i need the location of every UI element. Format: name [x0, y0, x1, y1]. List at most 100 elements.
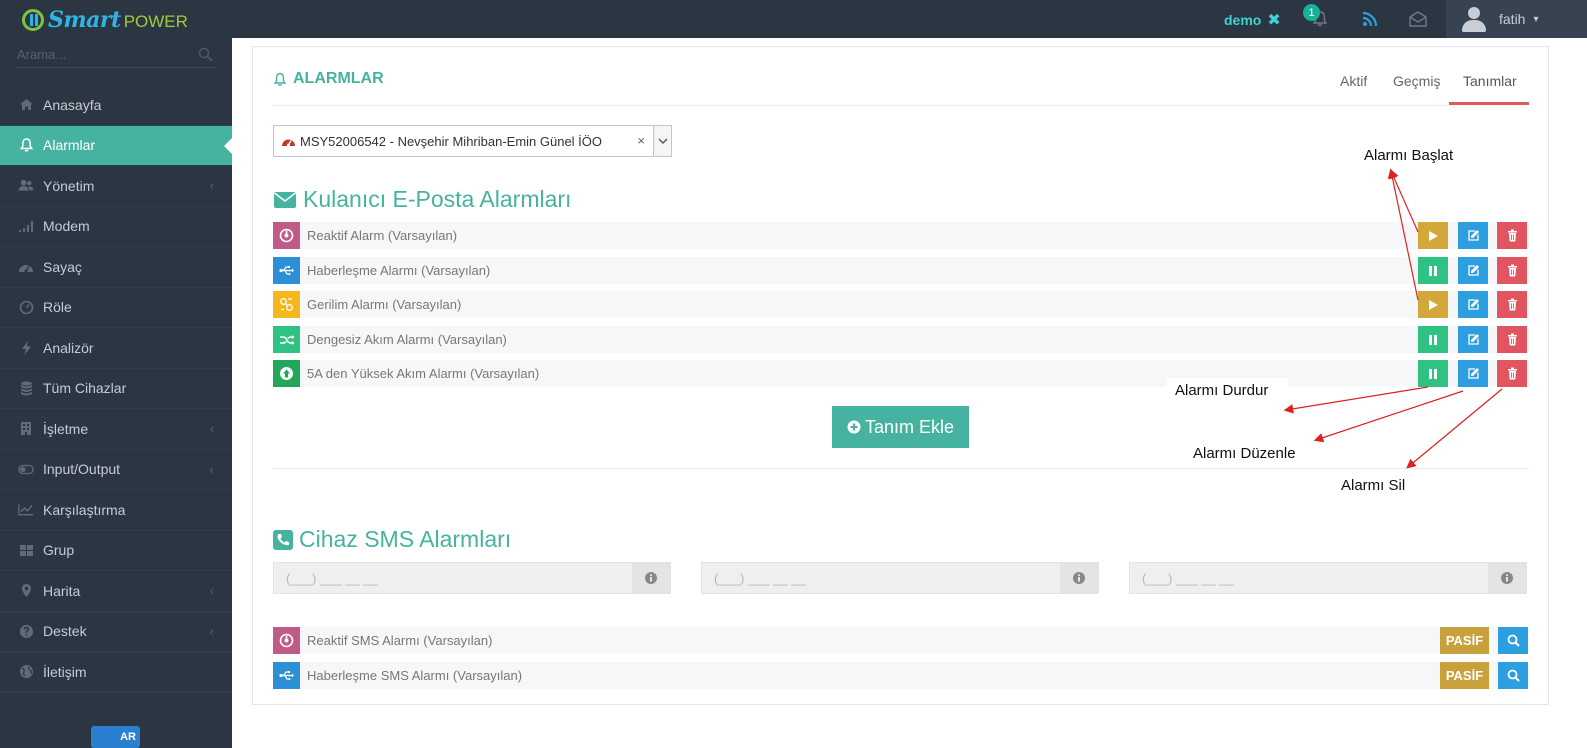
phone-input-2-placeholder: (___) ___ __ __ [714, 570, 806, 586]
annotation-delete: Alarmı Sil [1341, 477, 1406, 494]
stop-alarm-button[interactable] [1418, 326, 1448, 353]
edit-alarm-button[interactable] [1458, 326, 1488, 353]
stop-alarm-button[interactable] [1418, 257, 1448, 284]
status-toggle-button[interactable]: PASİF [1440, 627, 1489, 654]
delete-alarm-button[interactable] [1497, 326, 1527, 353]
edit-alarm-button[interactable] [1458, 257, 1488, 284]
info-icon[interactable] [1060, 563, 1098, 593]
rss-feed-icon[interactable] [1359, 8, 1381, 30]
sidebar-item-i-leti-im[interactable]: İletişim [0, 652, 232, 693]
globe-icon [18, 664, 34, 680]
delete-alarm-button[interactable] [1497, 360, 1527, 387]
start-alarm-button[interactable] [1418, 222, 1448, 249]
sidebar-item-input-output[interactable]: Input/Output ‹ [0, 450, 232, 490]
delete-alarm-button[interactable] [1497, 222, 1527, 249]
search-input[interactable]: Arama... [17, 47, 66, 62]
bottom-logo: AR [91, 726, 140, 748]
signal-icon [18, 218, 34, 234]
dashboard-icon [18, 259, 34, 275]
tab-tanimlar[interactable]: Tanımlar [1463, 73, 1517, 89]
sidebar-item-label: Modem [43, 218, 90, 235]
avatar [1461, 6, 1487, 32]
pause-icon [1429, 368, 1437, 379]
demo-indicator[interactable]: demo ✖ [1224, 10, 1281, 30]
sidebar-item-harita[interactable]: Harita ‹ [0, 571, 232, 612]
gauge-icon [18, 299, 34, 315]
sidebar-item-label: Harita [43, 582, 81, 599]
voltage-icon [273, 291, 300, 318]
sidebar-item-anasayfa[interactable]: Anasayfa [0, 85, 232, 126]
sidebar-item-t-m-cihazlar[interactable]: Tüm Cihazlar [0, 369, 232, 409]
sidebar-item-label: İletişim [43, 663, 87, 680]
alarm-label: Reaktif Alarm (Varsayılan) [307, 228, 458, 243]
list-item: Haberleşme Alarmı (Varsayılan) [273, 257, 1529, 284]
sidebar: Arama... Anasayfa Alarmlar Yönetim ‹ Modem Sa… [0, 38, 232, 748]
sidebar-item-destek[interactable]: Destek ‹ [0, 612, 232, 652]
search-button[interactable] [1498, 627, 1528, 654]
sidebar-item-i-letme[interactable]: İşletme ‹ [0, 409, 232, 450]
edit-alarm-button[interactable] [1458, 222, 1488, 249]
delete-alarm-button[interactable] [1497, 257, 1527, 284]
sidebar-item-alarmlar[interactable]: Alarmlar [0, 125, 232, 166]
chevron-down-icon: ▾ [1533, 13, 1539, 25]
username: fatih [1499, 11, 1526, 27]
sidebar-search[interactable]: Arama... [17, 42, 215, 68]
search-icon [1507, 669, 1520, 682]
sidebar-item-r-le[interactable]: Röle [0, 288, 232, 328]
status-toggle-button[interactable]: PASİF [1440, 662, 1489, 689]
alarm-label: 5A den Yüksek Akım Alarmı (Varsayılan) [307, 366, 540, 381]
sidebar-item-kar-la-t-rma[interactable]: Karşılaştırma [0, 490, 232, 531]
delete-alarm-button[interactable] [1497, 291, 1527, 318]
phone-icon [273, 529, 293, 550]
clear-selection-icon[interactable]: × [637, 133, 645, 148]
database-icon [18, 380, 34, 396]
close-demo-icon[interactable]: ✖ [1267, 10, 1280, 30]
line-chart-icon [18, 502, 34, 518]
email-alarms-title: Kulanıcı E-Posta Alarmları [273, 186, 571, 213]
search-button[interactable] [1498, 662, 1528, 689]
sms-alarm-label: Haberleşme SMS Alarmı (Varsayılan) [307, 668, 523, 683]
list-item: 5A den Yüksek Akım Alarmı (Varsayılan) [273, 360, 1529, 387]
demo-label: demo [1224, 12, 1262, 28]
search-icon[interactable] [198, 47, 213, 62]
list-item: Gerilim Alarmı (Varsayılan) [273, 291, 1529, 318]
page-title-text: ALARMLAR [293, 70, 384, 87]
smartpower-logo[interactable]: Smart POWER [22, 6, 188, 34]
sidebar-item-label: Grup [43, 542, 75, 559]
device-select-value: MSY52006542 - Nevşehir Mihriban-Emin Gün… [300, 133, 603, 149]
edit-alarm-button[interactable] [1458, 360, 1488, 387]
phone-input-3[interactable]: (___) ___ __ __ [1129, 562, 1527, 594]
bell-icon [18, 137, 34, 153]
sidebar-item-label: Yönetim [43, 177, 95, 194]
phone-input-1[interactable]: (___) ___ __ __ [273, 562, 671, 594]
sidebar-item-grup[interactable]: Grup [0, 531, 232, 571]
info-icon[interactable] [632, 563, 670, 593]
add-definition-label: Tanım Ekle [864, 416, 955, 437]
bolt-icon [18, 340, 34, 356]
sidebar-item-label: Tüm Cihazlar [43, 380, 127, 397]
add-definition-button[interactable]: Tanım Ekle [832, 406, 969, 448]
sidebar-item-analiz-r[interactable]: Analizör [0, 328, 232, 369]
grid-icon [18, 542, 34, 558]
chevron-down-icon[interactable] [653, 126, 671, 156]
trash-icon [1507, 333, 1517, 346]
edit-alarm-button[interactable] [1458, 291, 1488, 318]
user-menu[interactable]: fatih ▾ [1446, 0, 1587, 38]
sidebar-item-modem[interactable]: Modem [0, 207, 232, 247]
sidebar-item-y-netim[interactable]: Yönetim ‹ [0, 166, 232, 207]
tab-gecmis[interactable]: Geçmiş [1393, 73, 1440, 89]
toggle-icon [18, 461, 34, 477]
phone-input-2[interactable]: (___) ___ __ __ [701, 562, 1099, 594]
chevron-left-icon: ‹ [209, 461, 214, 477]
device-select[interactable]: MSY52006542 - Nevşehir Mihriban-Emin Gün… [273, 125, 672, 157]
sidebar-item-saya-[interactable]: Sayaç [0, 247, 232, 288]
tab-aktif[interactable]: Aktif [1340, 73, 1367, 89]
sidebar-item-label: Destek [43, 623, 87, 640]
trash-icon [1507, 298, 1517, 311]
pause-icon [1429, 334, 1437, 345]
envelope-open-icon[interactable] [1407, 8, 1429, 30]
page-title: ALARMLAR [273, 70, 384, 88]
start-alarm-button[interactable] [1418, 291, 1448, 318]
stop-alarm-button[interactable] [1418, 360, 1448, 387]
info-icon[interactable] [1488, 563, 1526, 593]
